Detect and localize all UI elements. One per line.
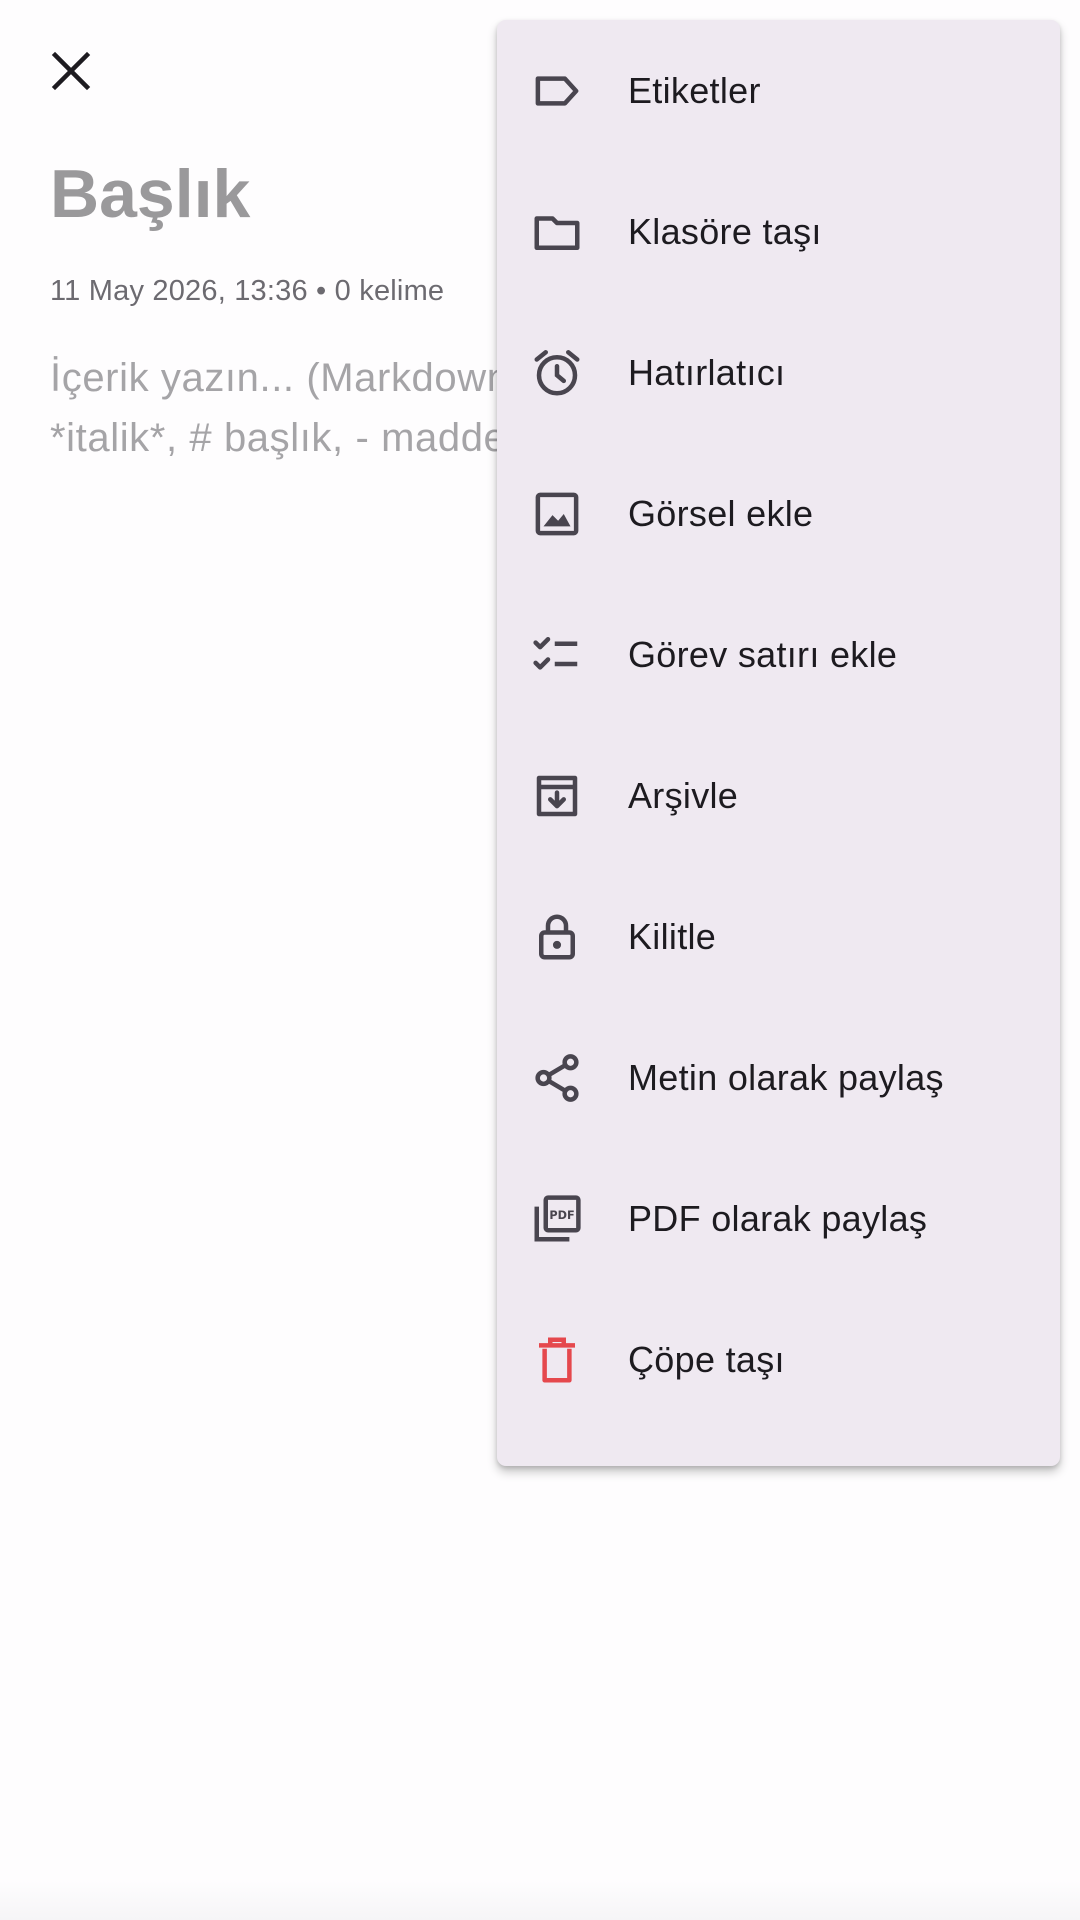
menu-item-move-folder[interactable]: Klasöre taşı [497,161,1060,302]
image-icon [530,487,584,541]
menu-item-labels[interactable]: Etiketler [497,20,1060,161]
lock-icon [530,910,584,964]
alarm-icon [530,346,584,400]
menu-item-archive[interactable]: Arşivle [497,725,1060,866]
bottom-edge [0,1880,1080,1920]
close-button[interactable] [38,38,104,104]
folder-icon [530,205,584,259]
title-input[interactable]: Başlık [50,160,250,228]
menu-item-share-pdf[interactable]: PDF PDF olarak paylaş [497,1148,1060,1289]
menu-item-label: Görev satırı ekle [628,633,898,675]
svg-text:PDF: PDF [549,1209,574,1222]
share-icon [530,1051,584,1105]
menu-item-label: Klasöre taşı [628,210,822,252]
menu-item-label: Metin olarak paylaş [628,1056,944,1098]
menu-item-share-text[interactable]: Metin olarak paylaş [497,1007,1060,1148]
overflow-menu: Etiketler Klasöre taşı Hatırlatıcı Görse… [497,20,1060,1466]
menu-item-label: Kilitle [628,915,717,957]
menu-item-label: Görsel ekle [628,492,814,534]
menu-item-label: Hatırlatıcı [628,351,786,393]
archive-icon [530,769,584,823]
checklist-icon [530,628,584,682]
menu-item-add-image[interactable]: Görsel ekle [497,443,1060,584]
trash-icon [530,1333,584,1387]
menu-item-move-trash[interactable]: Çöpe taşı [497,1289,1060,1430]
menu-item-add-task[interactable]: Görev satırı ekle [497,584,1060,725]
note-meta: 11 May 2026, 13:36 • 0 kelime [50,275,445,307]
menu-item-reminder[interactable]: Hatırlatıcı [497,302,1060,443]
label-icon [530,64,584,118]
menu-item-label: Etiketler [628,69,761,111]
menu-item-label: Arşivle [628,774,739,816]
menu-item-lock[interactable]: Kilitle [497,866,1060,1007]
close-icon [51,51,91,91]
menu-item-label: Çöpe taşı [628,1338,785,1380]
menu-item-label: PDF olarak paylaş [628,1197,928,1239]
pdf-icon: PDF [530,1192,584,1246]
